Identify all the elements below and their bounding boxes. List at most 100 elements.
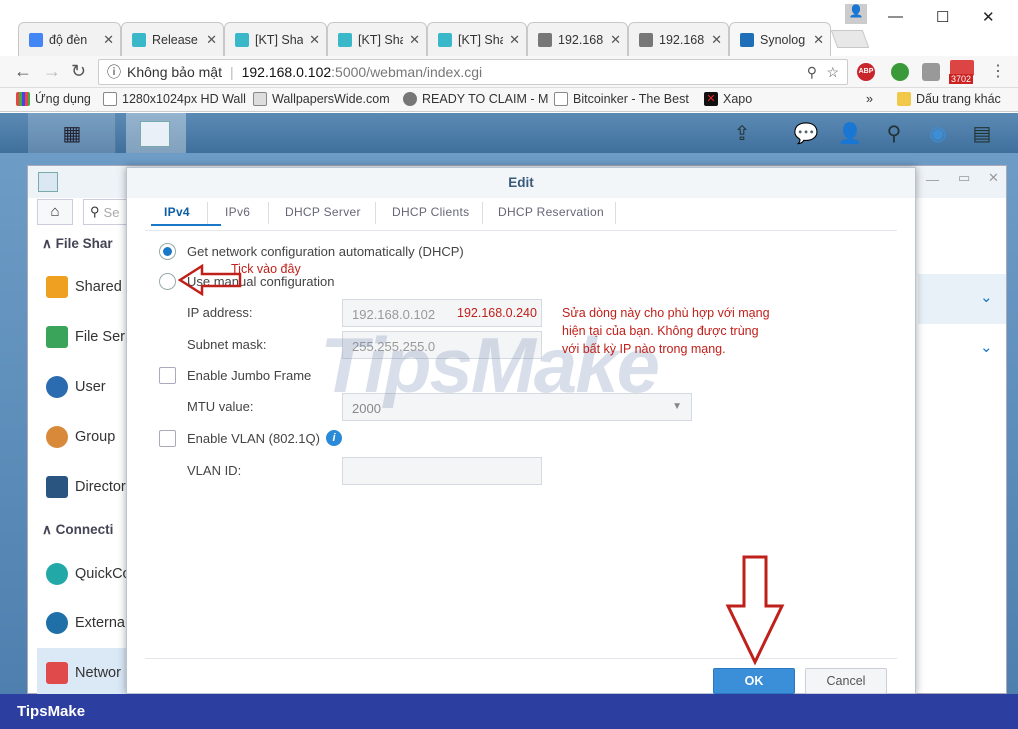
close-tab-icon[interactable]: ✕ — [206, 32, 217, 48]
main-menu-icon: ▦ — [62, 122, 82, 145]
chevron-down-icon[interactable]: ⌄ — [980, 338, 993, 356]
new-tab-button[interactable] — [830, 30, 870, 48]
dsm-taskbar: ▦ ⇪ 💬 👤 ⚲ ◉ ▤ — [0, 113, 1018, 153]
page-icon — [554, 92, 568, 106]
key-icon[interactable]: ⚲ — [807, 64, 817, 81]
menu-icon[interactable]: ⋮ — [990, 61, 1006, 81]
jumbo-frame-checkbox[interactable] — [159, 367, 176, 384]
annotation-instruction-1: Sửa dòng này cho phù hợp với mạng — [562, 306, 770, 320]
manual-config-radio[interactable] — [159, 273, 176, 290]
close-tab-icon[interactable]: ✕ — [813, 32, 824, 48]
bookmark-item[interactable]: ✕ Xapo — [704, 92, 752, 106]
main-menu-button[interactable]: ▦ — [28, 113, 116, 153]
chevron-down-icon[interactable]: ⌄ — [980, 288, 993, 306]
chat-icon[interactable]: 💬 — [794, 121, 819, 145]
star-icon[interactable]: ☆ — [826, 64, 839, 81]
tab-dhcp-clients[interactable]: DHCP Clients — [392, 205, 469, 219]
bookmark-item[interactable]: READY TO CLAIM - M — [403, 92, 548, 106]
close-tab-icon[interactable]: ✕ — [711, 32, 722, 48]
taskbar-control-panel[interactable] — [126, 113, 186, 153]
browser-tab[interactable]: 192.168 ✕ — [527, 22, 628, 56]
url-path: :5000/webman/index.cgi — [331, 64, 483, 80]
browser-tab[interactable]: 192.168 ✕ — [628, 22, 729, 56]
tab-dhcp-server[interactable]: DHCP Server — [285, 205, 361, 219]
sidebar-item-shared-folder[interactable]: Shared — [46, 276, 122, 298]
tab-divider — [207, 202, 208, 224]
browser-tab-active[interactable]: Synolog ✕ — [729, 22, 831, 56]
browser-tab[interactable]: [KT] Sha ✕ — [327, 22, 427, 56]
arrow-left-annotation — [177, 263, 242, 297]
home-button[interactable]: ⌂ — [37, 199, 73, 225]
minimize-button[interactable]: — — [926, 172, 939, 187]
sidebar-item-quickconnect[interactable]: QuickCo — [46, 563, 131, 585]
bookmark-item[interactable]: WallpapersWide.com — [253, 92, 390, 106]
address-bar[interactable]: ⓘ Không bảo mật | 192.168.0.102:5000/web… — [98, 59, 848, 85]
vlan-id-field[interactable] — [342, 457, 542, 485]
forward-icon[interactable]: → — [43, 61, 61, 82]
close-tab-icon[interactable]: ✕ — [610, 32, 621, 48]
mtu-label: MTU value: — [187, 399, 254, 414]
site-icon — [338, 32, 352, 47]
dhcp-radio[interactable] — [159, 243, 176, 260]
directory-icon — [46, 476, 68, 498]
vlan-id-label: VLAN ID: — [187, 463, 242, 478]
minimize-button[interactable]: — — [888, 8, 903, 25]
file-services-icon — [46, 326, 68, 348]
info-icon[interactable]: ⓘ — [107, 62, 121, 82]
extension-icon[interactable] — [922, 63, 940, 81]
section-connectivity[interactable]: ∧ Connecti — [42, 522, 113, 538]
ok-button[interactable]: OK — [713, 668, 795, 694]
tab-divider — [268, 202, 269, 224]
annotation-instruction-3: với bất kỳ IP nào trong mạng. — [562, 342, 726, 356]
tab-ipv4[interactable]: IPv4 — [164, 205, 190, 219]
house-icon — [46, 662, 68, 684]
browser-tab[interactable]: [KT] Sha ✕ — [224, 22, 327, 56]
close-tab-icon[interactable]: ✕ — [103, 32, 114, 48]
sidebar-item-file-services[interactable]: File Ser — [46, 326, 125, 348]
site-icon — [438, 32, 452, 47]
close-button[interactable]: ✕ — [988, 170, 999, 186]
other-bookmarks[interactable]: Dấu trang khác — [897, 92, 1001, 106]
close-tab-icon[interactable]: ✕ — [309, 32, 320, 48]
utorrent-icon[interactable] — [891, 63, 909, 81]
bookmark-item[interactable]: Ứng dụng — [16, 92, 91, 106]
sidebar-item-group[interactable]: Group — [46, 426, 115, 448]
desktop-icon[interactable]: ▤ — [970, 121, 994, 145]
vlan-checkbox[interactable] — [159, 430, 176, 447]
back-icon[interactable]: ← — [14, 61, 32, 82]
maximize-button[interactable]: ▭ — [958, 170, 970, 186]
annotation-instruction-2: hiện tại của bạn. Không được trùng — [562, 324, 759, 338]
reload-icon[interactable]: ↻ — [71, 61, 86, 82]
dropdown-arrow-icon: ▼ — [672, 401, 682, 412]
control-panel-icon — [38, 172, 58, 192]
sidebar-item-user[interactable]: User — [46, 376, 106, 398]
tab-ipv6[interactable]: IPv6 — [225, 205, 250, 219]
upload-icon[interactable]: ⇪ — [730, 121, 754, 145]
browser-tab[interactable]: [KT] Sha ✕ — [427, 22, 527, 56]
close-tab-icon[interactable]: ✕ — [509, 32, 520, 48]
close-tab-icon[interactable]: ✕ — [409, 32, 420, 48]
info-icon[interactable]: i — [326, 430, 342, 446]
adblock-icon[interactable]: ABP — [857, 63, 875, 81]
sidebar-item-external-access[interactable]: Externa — [46, 612, 125, 634]
tab-dhcp-reservation[interactable]: DHCP Reservation — [498, 205, 604, 219]
browser-tab[interactable]: độ đèn ✕ — [18, 22, 121, 56]
bookmarks-more-button[interactable]: » — [866, 92, 873, 106]
browser-tab[interactable]: Release ✕ — [121, 22, 224, 56]
sidebar-item-directory[interactable]: Director — [46, 476, 126, 498]
subnet-mask-label: Subnet mask: — [187, 337, 267, 352]
bookmark-item[interactable]: 1280x1024px HD Wall — [103, 92, 246, 106]
search-icon[interactable]: ⚲ — [882, 121, 906, 145]
close-window-button[interactable]: ✕ — [982, 8, 995, 26]
user-icon[interactable]: 👤 — [838, 121, 863, 145]
section-file-sharing[interactable]: ∧ File Shar — [42, 236, 113, 252]
maximize-button[interactable]: ☐ — [936, 8, 949, 26]
tab-divider — [615, 202, 616, 224]
list-row[interactable] — [918, 274, 1006, 324]
widgets-icon[interactable]: ◉ — [926, 121, 950, 145]
profile-icon[interactable]: 👤 — [845, 4, 867, 24]
cancel-button[interactable]: Cancel — [805, 668, 887, 694]
ip-address-label: IP address: — [187, 305, 253, 320]
sidebar-item-network-active[interactable]: Networ — [37, 648, 127, 694]
bookmark-item[interactable]: Bitcoinker - The Best — [554, 92, 689, 106]
